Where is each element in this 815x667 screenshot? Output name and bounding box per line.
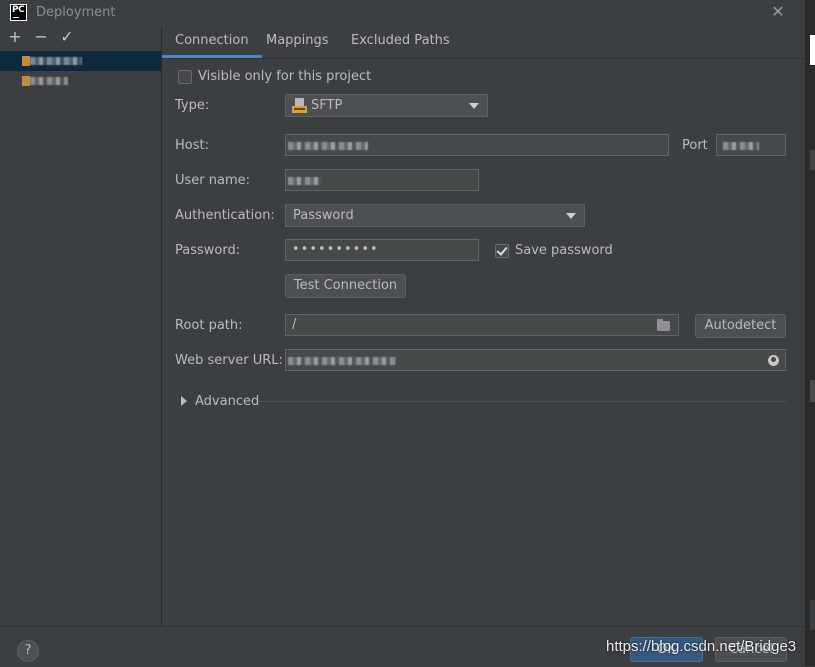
tab-excluded-paths[interactable]: Excluded Paths — [351, 33, 450, 48]
help-button[interactable]: ? — [17, 640, 39, 662]
tab-connection[interactable]: Connection — [162, 33, 262, 58]
username-input[interactable] — [285, 169, 479, 191]
authentication-label: Authentication: — [175, 208, 275, 223]
password-input[interactable]: •••••••••• — [285, 239, 479, 261]
host-input[interactable] — [285, 134, 669, 156]
check-icon — [496, 244, 508, 256]
server-list — [0, 51, 161, 91]
watermark-text: https://blog.csdn.net/Bridge3 — [606, 638, 797, 655]
server-icon — [22, 76, 30, 86]
authentication-value: Password — [293, 208, 354, 223]
advanced-separator — [258, 401, 786, 402]
host-label: Host: — [175, 138, 209, 153]
background-window-strip — [805, 0, 815, 666]
autodetect-button[interactable]: Autodetect — [695, 314, 786, 338]
web-server-url-input[interactable] — [285, 349, 786, 371]
redacted-server-name — [30, 77, 68, 85]
redacted-host — [288, 142, 368, 150]
sftp-icon — [292, 98, 307, 113]
type-select[interactable]: SFTP — [285, 94, 488, 117]
save-password-checkbox[interactable] — [495, 244, 509, 258]
server-icon — [22, 56, 30, 66]
globe-icon[interactable] — [768, 355, 779, 366]
close-icon[interactable]: ✕ — [770, 3, 786, 21]
server-list-pane: + − ✓ — [0, 26, 162, 626]
web-server-url-label: Web server URL: — [175, 353, 283, 368]
type-label: Type: — [175, 98, 210, 113]
redacted-username — [288, 177, 322, 185]
window-title: Deployment — [36, 5, 116, 20]
chevron-down-icon — [469, 103, 479, 109]
apply-default-button[interactable]: ✓ — [59, 28, 75, 46]
pycharm-logo-icon: PC — [10, 4, 27, 21]
chevron-right-icon[interactable] — [181, 396, 187, 406]
add-server-button[interactable]: + — [7, 28, 23, 46]
test-connection-button[interactable]: Test Connection — [285, 274, 406, 298]
password-label: Password: — [175, 243, 241, 258]
port-label: Port — [682, 138, 708, 153]
root-path-value: / — [292, 317, 297, 332]
tab-mappings[interactable]: Mappings — [266, 33, 329, 48]
port-input[interactable] — [716, 134, 786, 156]
type-value: SFTP — [311, 98, 343, 113]
title-bar — [0, 0, 805, 26]
server-item[interactable] — [0, 71, 161, 91]
redacted-port — [723, 142, 759, 150]
visible-only-checkbox[interactable] — [178, 70, 192, 84]
remove-server-button[interactable]: − — [33, 28, 49, 46]
folder-icon[interactable] — [657, 319, 670, 331]
server-item-selected[interactable] — [0, 51, 161, 71]
root-path-label: Root path: — [175, 318, 243, 333]
save-password-label: Save password — [515, 243, 613, 258]
chevron-down-icon — [566, 213, 576, 219]
authentication-select[interactable]: Password — [285, 204, 585, 227]
username-label: User name: — [175, 173, 251, 188]
tab-bar: Connection Mappings Excluded Paths — [162, 26, 805, 59]
visible-only-label: Visible only for this project — [198, 69, 372, 84]
redacted-server-name — [30, 57, 82, 65]
redacted-url — [288, 357, 396, 365]
root-path-input[interactable]: / — [285, 314, 679, 336]
advanced-toggle[interactable]: Advanced — [195, 394, 259, 409]
